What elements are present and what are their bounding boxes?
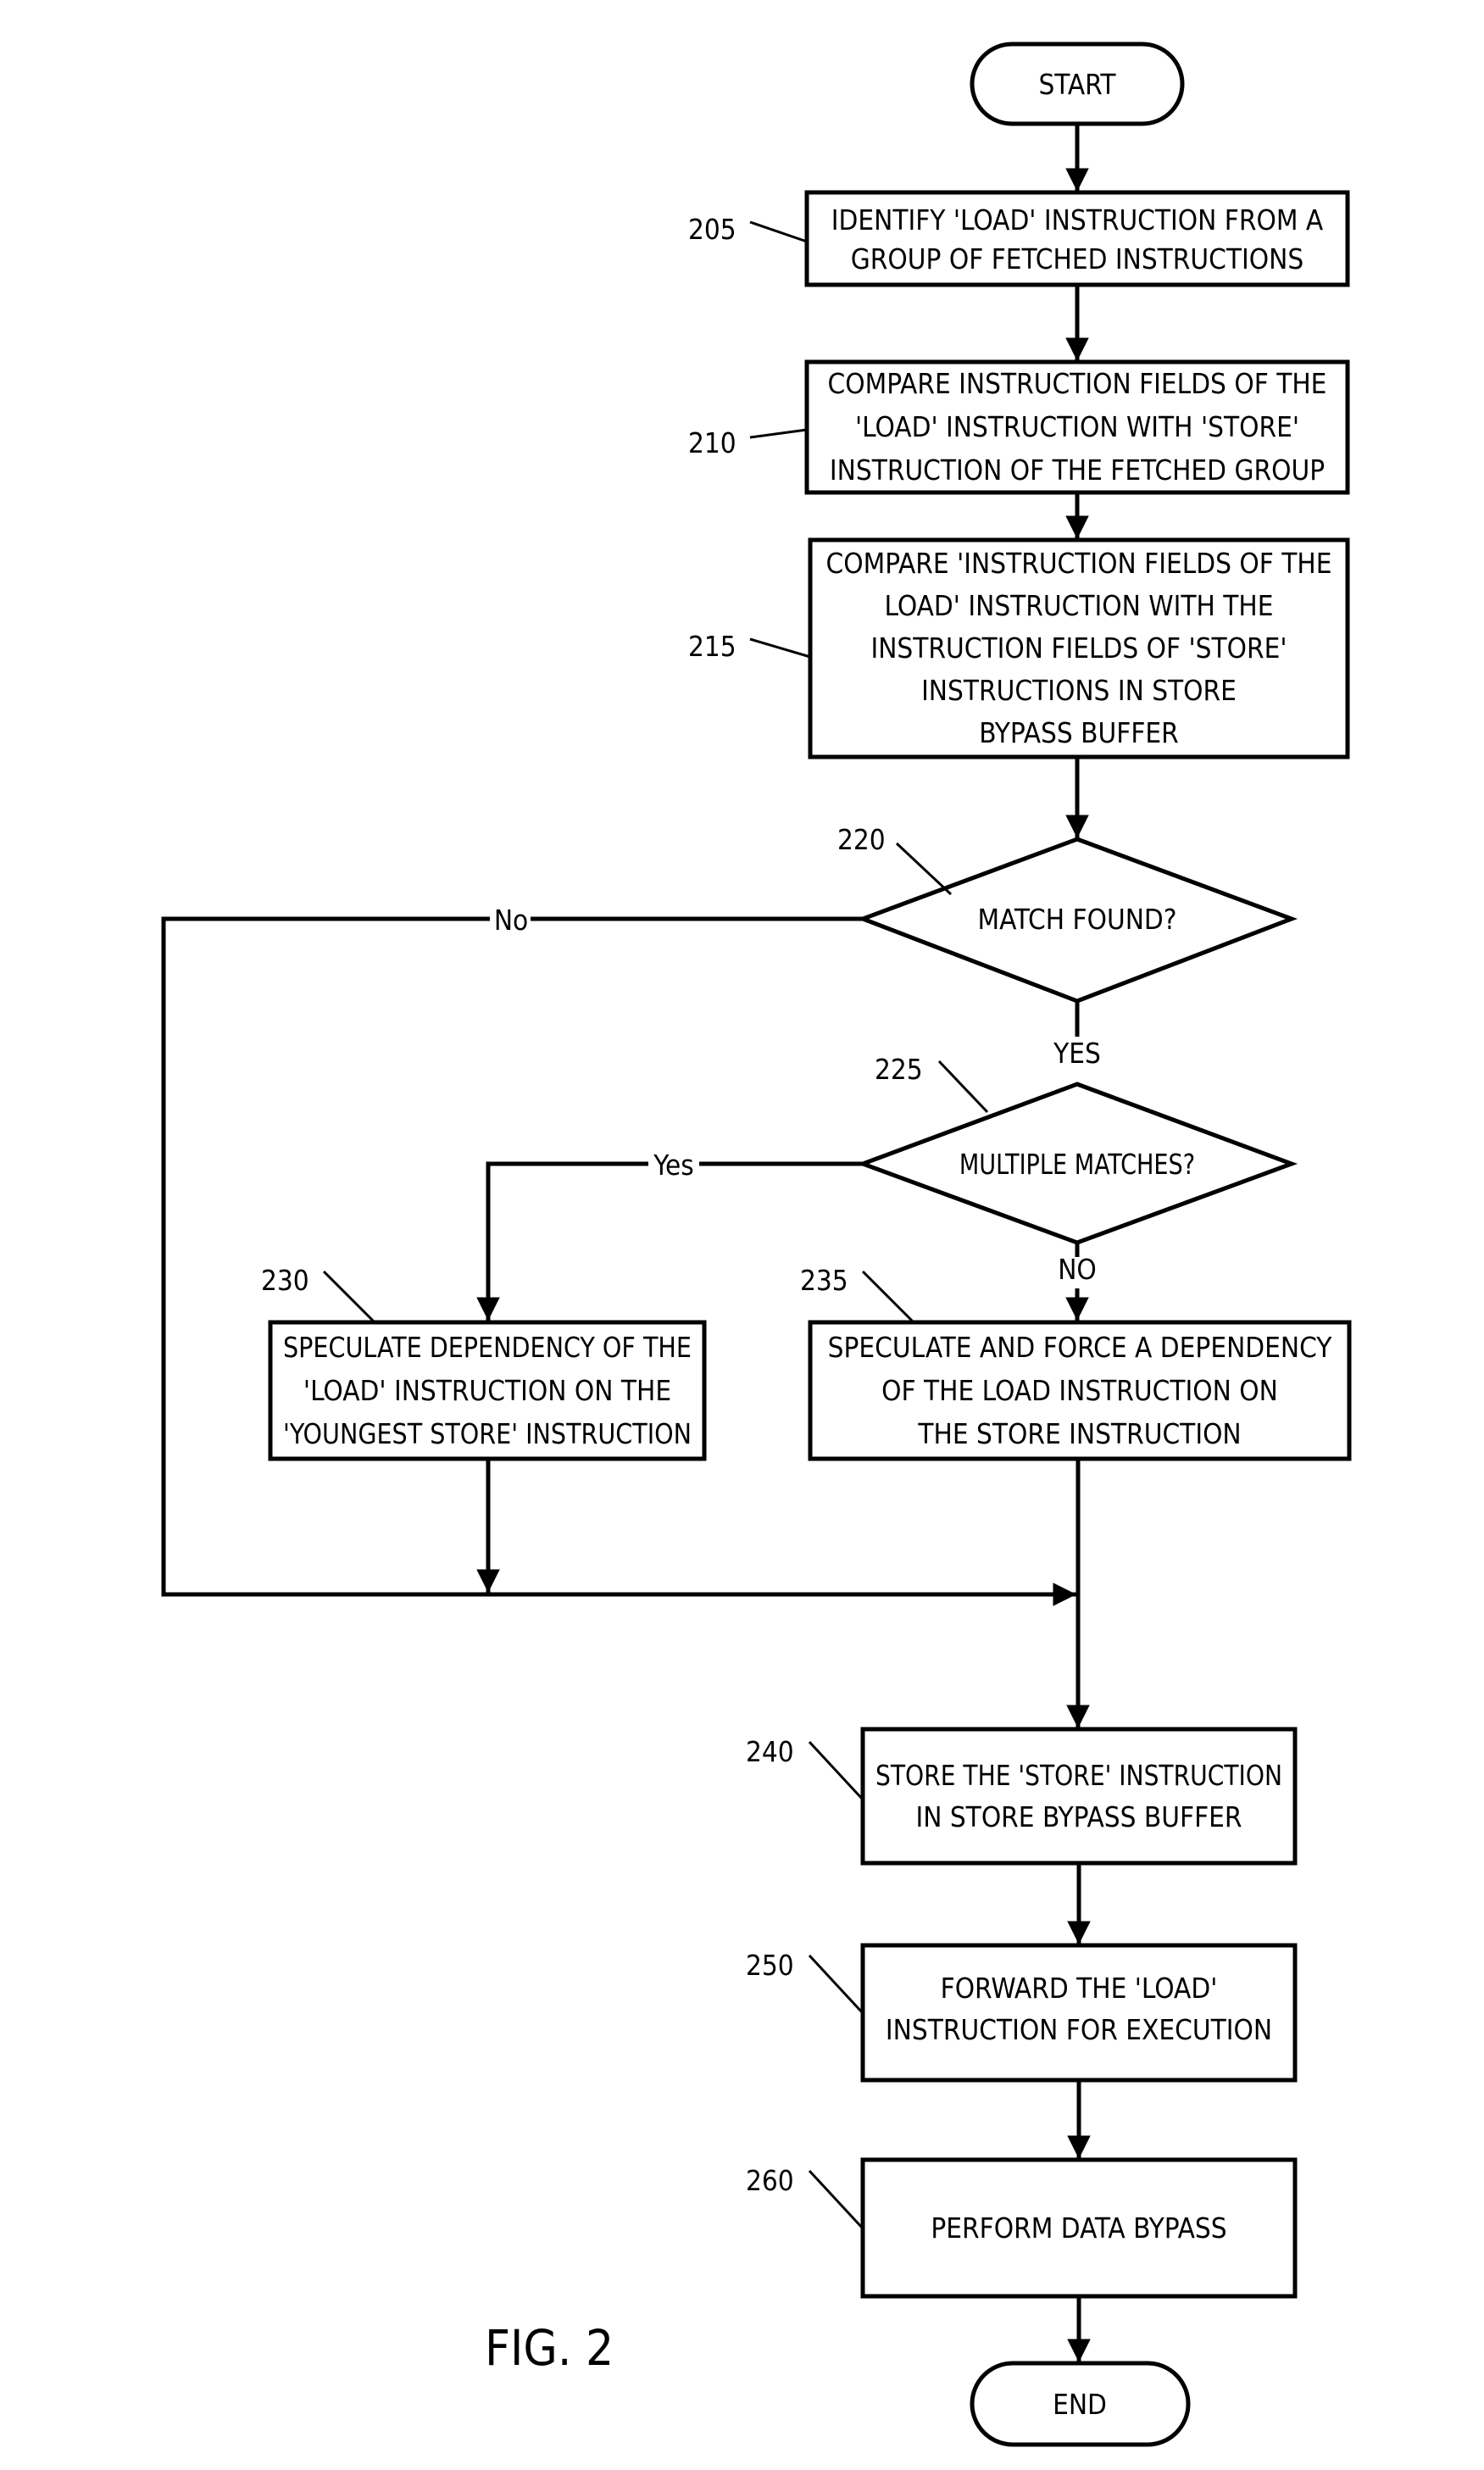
ref-label-240: 240 <box>746 1735 794 1768</box>
step-235: SPECULATE AND FORCE A DEPENDENCY OF THE … <box>800 1264 1352 1461</box>
ref-label-260: 260 <box>746 2164 794 2197</box>
step-240-line-2: IN STORE BYPASS BUFFER <box>915 1800 1242 1833</box>
decision-225-question: MULTIPLE MATCHES? <box>959 1148 1195 1181</box>
ref-label-235: 235 <box>800 1264 848 1297</box>
leader-line-225 <box>937 1060 989 1114</box>
step-210-line-1: COMPARE INSTRUCTION FIELDS OF THE <box>828 367 1327 400</box>
step-230-line-1: SPECULATE DEPENDENCY OF THE <box>283 1331 692 1364</box>
step-230-line-2: 'LOAD' INSTRUCTION ON THE <box>303 1374 671 1407</box>
ref-label-220: 220 <box>837 823 886 856</box>
step-210-line-2: 'LOAD' INSTRUCTION WITH 'STORE' <box>855 410 1299 443</box>
step-205-line-1: IDENTIFY 'LOAD' INSTRUCTION FROM A <box>831 203 1324 236</box>
step-235-line-1: SPECULATE AND FORCE A DEPENDENCY <box>828 1331 1333 1364</box>
step-250-line-1: FORWARD THE 'LOAD' <box>941 1972 1218 2005</box>
step-230-line-3: 'YOUNGEST STORE' INSTRUCTION <box>283 1417 692 1450</box>
leader-line-220 <box>895 842 953 896</box>
step-205: IDENTIFY 'LOAD' INSTRUCTION FROM A GROUP… <box>688 190 1350 287</box>
connector-220-no-bypass <box>161 916 1076 1606</box>
edge-label-match-yes: YES <box>1053 1037 1101 1070</box>
start-terminal-label: START <box>1038 68 1116 101</box>
ref-label-205: 205 <box>688 213 736 246</box>
step-210: COMPARE INSTRUCTION FIELDS OF THE 'LOAD'… <box>688 359 1350 495</box>
step-215-line-3: INSTRUCTION FIELDS OF 'STORE' <box>870 631 1287 665</box>
start-terminal: START <box>970 42 1185 126</box>
step-235-line-3: THE STORE INSTRUCTION <box>917 1417 1241 1450</box>
step-250: FORWARD THE 'LOAD' INSTRUCTION FOR EXECU… <box>746 1943 1298 2083</box>
step-205-line-2: GROUP OF FETCHED INSTRUCTIONS <box>851 242 1303 275</box>
step-230: SPECULATE DEPENDENCY OF THE 'LOAD' INSTR… <box>261 1264 707 1461</box>
end-terminal: END <box>970 2361 1191 2447</box>
step-260-line-1: PERFORM DATA BYPASS <box>931 2211 1226 2245</box>
leader-line-205 <box>749 220 808 243</box>
step-240-line-1: STORE THE 'STORE' INSTRUCTION <box>875 1759 1282 1792</box>
decision-225: MULTIPLE MATCHES? 225 <box>856 1053 1298 1245</box>
ref-label-225: 225 <box>875 1053 923 1086</box>
ref-label-215: 215 <box>688 630 736 663</box>
figure-caption: FIG. 2 <box>485 2319 614 2377</box>
step-260: PERFORM DATA BYPASS 260 <box>746 2157 1298 2299</box>
step-215-line-5: BYPASS BUFFER <box>979 716 1179 749</box>
step-250-line-2: INSTRUCTION FOR EXECUTION <box>886 2013 1272 2046</box>
step-215: COMPARE 'INSTRUCTION FIELDS OF THE LOAD'… <box>688 537 1350 759</box>
step-215-line-4: INSTRUCTIONS IN STORE <box>921 674 1237 707</box>
flowchart: START IDENTIFY 'LOAD' INSTRUCTION FROM A… <box>161 42 1352 2447</box>
edge-label-match-no: No <box>494 904 528 937</box>
edge-label-multi-no: NO <box>1058 1253 1097 1286</box>
leader-line-260 <box>808 2169 864 2230</box>
step-235-line-2: OF THE LOAD INSTRUCTION ON <box>881 1374 1278 1407</box>
ref-label-210: 210 <box>688 426 736 459</box>
edge-label-multi-yes: Yes <box>653 1149 694 1182</box>
leader-line-235 <box>861 1270 915 1324</box>
leader-line-240 <box>808 1740 864 1801</box>
step-215-line-1: COMPARE 'INSTRUCTION FIELDS OF THE <box>825 547 1331 580</box>
end-terminal-label: END <box>1053 2388 1107 2421</box>
leader-line-215 <box>749 637 811 659</box>
connector-225-yes <box>476 1161 863 1321</box>
ref-label-250: 250 <box>746 1949 794 1982</box>
decision-220: MATCH FOUND? 220 <box>837 823 1298 1004</box>
step-240-box <box>860 1727 1298 1866</box>
decision-220-question: MATCH FOUND? <box>977 903 1176 936</box>
leader-line-230 <box>322 1270 376 1324</box>
step-210-line-3: INSTRUCTION OF THE FETCHED GROUP <box>830 453 1325 487</box>
step-240: STORE THE 'STORE' INSTRUCTION IN STORE B… <box>746 1727 1298 1866</box>
leader-line-250 <box>808 1954 864 2015</box>
step-215-line-2: LOAD' INSTRUCTION WITH THE <box>884 589 1273 622</box>
leader-line-210 <box>749 428 808 439</box>
ref-label-230: 230 <box>261 1264 309 1297</box>
